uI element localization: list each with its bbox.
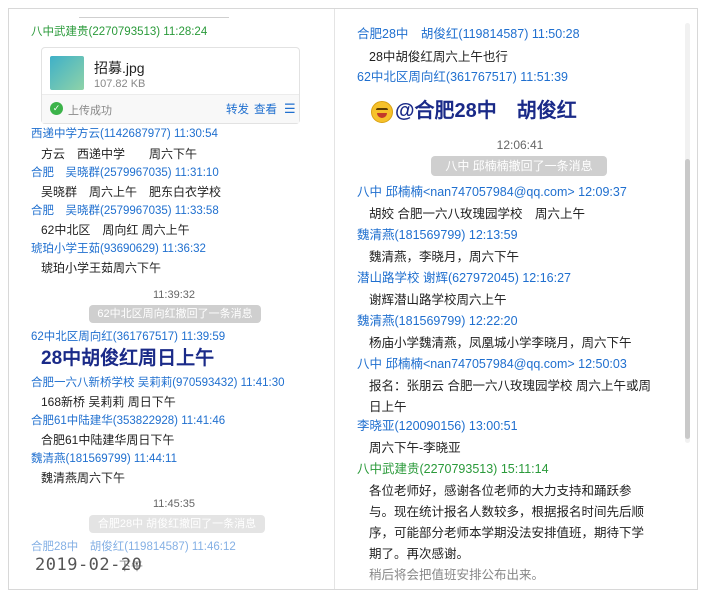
message-text: 周六下午-李晓亚 [369, 441, 461, 455]
large-message-text: 28中胡俊红周日上午 [41, 348, 215, 369]
message-sender: 魏清燕(181569799) 11:44:11 [31, 453, 177, 465]
menu-icon[interactable]: ☰ [284, 101, 296, 117]
message-sender: 潜山路学校 谢辉(627972045) 12:16:27 [357, 271, 571, 285]
message-sender: 八中武建贵(2270793513) 15:11:14 [357, 462, 549, 476]
message-text: 杨庙小学魏清燕，凤凰城小学李晓月，周六下午 [369, 336, 632, 350]
photo-date-stamp: 2019-02-20 [35, 555, 143, 575]
timestamp: 12:06:41 [496, 138, 544, 152]
message-sender: 西递中学方云(1142687977) 11:30:54 [31, 128, 218, 140]
message-sender: 八中武建贵(2270793513) 11:28:24 [31, 26, 208, 38]
message-text: 62中北区 周向红 周六上午 [41, 223, 190, 237]
large-message-text: @合肥28中 胡俊红 [395, 100, 577, 122]
message-sender: 合肥28中 胡俊红(119814587) 11:50:28 [357, 27, 580, 41]
recall-notice: 合肥28中 胡俊红撤回了一条消息 [89, 515, 265, 533]
pane-divider [334, 9, 335, 589]
message-text: 琥珀小学王茹周六下午 [41, 261, 162, 275]
message-text: 吴晓群 周六上午 肥东白衣学校 [41, 185, 222, 199]
message-sender: 合肥 吴晓群(2579967035) 11:33:58 [31, 205, 219, 217]
chat-screenshot: 八中武建贵(2270793513) 11:28:24 招募.jpg 107.82… [8, 8, 698, 590]
message-sender: 62中北区周向红(361767517) 11:39:59 [31, 331, 226, 343]
message-text: 报名：张朋云 合肥一六八玫瑰园学校 周六上午或周日上午 [369, 379, 651, 414]
message-sender: 李晓亚(120090156) 13:00:51 [357, 419, 518, 433]
message-text: 方云 西递中学 周六下午 [41, 147, 198, 161]
message-text: 魏清燕，李晓月，周六下午 [369, 250, 520, 264]
message-text: 28中胡俊红周六上午也行 [369, 50, 508, 64]
right-chat-pane[interactable]: 合肥28中 胡俊红(119814587) 11:50:28 28中胡俊红周六上午… [345, 9, 697, 589]
message-sender: 合肥 吴晓群(2579967035) 11:31:10 [31, 167, 219, 179]
message-text: 各位老师好，感谢各位老师的大力支持和踊跃参与。现在统计报名人数较多，根据报名时间… [369, 484, 645, 561]
forward-link[interactable]: 转发 [226, 101, 249, 117]
upload-status: 上传成功 [68, 105, 112, 117]
grin-emoji-icon [371, 101, 393, 123]
message-text: 168新桥 吴莉莉 周日下午 [41, 395, 176, 409]
timestamp: 11:45:35 [152, 498, 195, 510]
message-sender: 琥珀小学王茹(93690629) 11:36:32 [31, 243, 206, 255]
image-file-icon [50, 56, 84, 90]
file-size: 107.82 KB [94, 78, 146, 90]
message-sender: 合肥28中 胡俊红(119814587) 11:46:12 [31, 541, 236, 553]
message-sender: 八中 邱楠楠<nan747057984@qq.com> 12:50:03 [357, 357, 627, 371]
recall-notice: 八中 邱楠楠撤回了一条消息 [431, 156, 607, 176]
message-sender: 魏清燕(181569799) 12:22:20 [357, 314, 518, 328]
recall-notice: 62中北区周向红撤回了一条消息 [89, 305, 261, 323]
message-sender: 合肥一六八新桥学校 吴莉莉(970593432) 11:41:30 [31, 377, 285, 389]
message-sender: 62中北区周向红(361767517) 11:51:39 [357, 70, 568, 84]
view-link[interactable]: 查看 [254, 101, 277, 117]
timestamp: 11:39:32 [152, 289, 195, 301]
message-text: 合肥61中陆建华周日下午 [41, 433, 175, 447]
message-text: 胡姣 合肥一六八玫瑰园学校 周六上午 [369, 207, 585, 221]
file-name: 招募.jpg [94, 60, 145, 76]
message-sender: 八中 邱楠楠<nan747057984@qq.com> 12:09:37 [357, 185, 627, 199]
check-icon: ✓ [50, 102, 63, 115]
left-chat-pane[interactable]: 八中武建贵(2270793513) 11:28:24 招募.jpg 107.82… [9, 9, 334, 589]
file-footer: ✓ 上传成功 转发 查看 ☰ [42, 94, 299, 123]
file-card[interactable]: 招募.jpg 107.82 KB ✓ 上传成功 转发 查看 ☰ [41, 47, 300, 124]
message-text: 魏清燕周六下午 [41, 471, 126, 485]
message-sender: 合肥61中陆建华(353822928) 11:41:46 [31, 415, 226, 427]
scrollbar-thumb[interactable] [685, 159, 690, 439]
message-text: 稍后将会把值班安排公布出来。 [369, 568, 545, 582]
message-text: 谢辉潜山路学校周六上午 [369, 293, 507, 307]
message-sender: 魏清燕(181569799) 12:13:59 [357, 228, 518, 242]
